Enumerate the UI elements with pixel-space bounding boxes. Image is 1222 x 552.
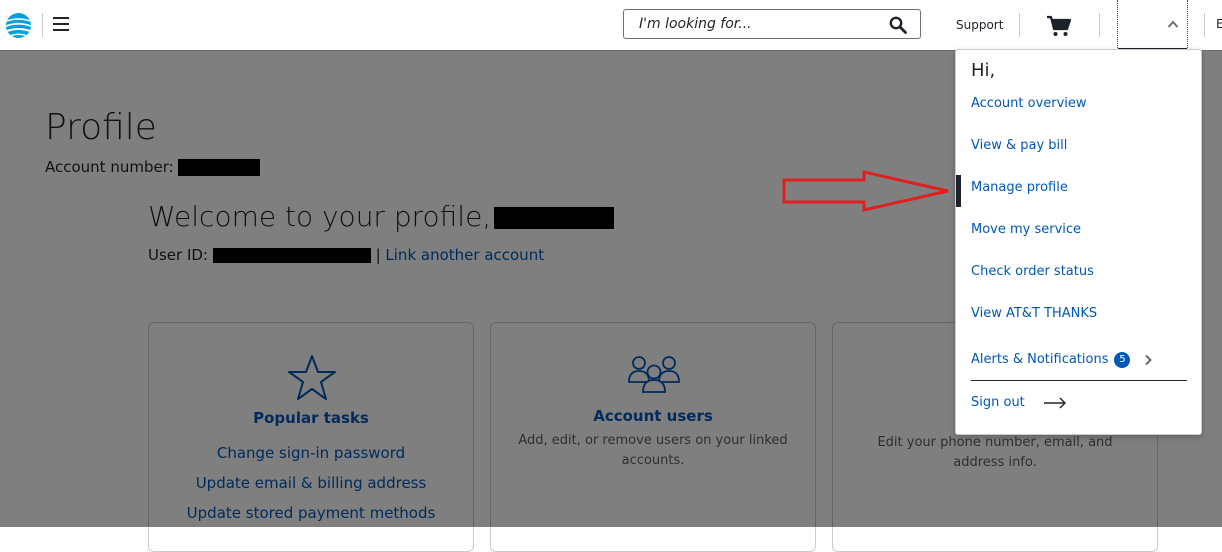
greeting: Hi, (971, 60, 996, 81)
menu-item-check-order-status[interactable]: Check order status (971, 264, 1094, 279)
menu-divider (971, 380, 1187, 381)
annotation-arrow-icon (782, 170, 949, 212)
hamburger-icon[interactable] (53, 17, 69, 31)
sign-out-label: Sign out (971, 395, 1025, 410)
header-divider (1204, 13, 1205, 37)
arrow-right-icon (1043, 397, 1066, 408)
cart-icon[interactable] (1046, 15, 1072, 37)
header-divider (42, 13, 43, 37)
header-divider (1019, 13, 1020, 37)
sign-out-link[interactable]: Sign out (971, 395, 1067, 410)
profile-menu-toggle[interactable] (1117, 0, 1188, 50)
att-globe-icon[interactable] (5, 12, 32, 39)
menu-item-move-service[interactable]: Move my service (971, 222, 1081, 237)
chevron-right-icon (1144, 354, 1152, 365)
menu-item-att-thanks[interactable]: View AT&T THANKS (971, 306, 1097, 321)
search-input[interactable] (624, 10, 889, 38)
chevron-up-icon (1167, 20, 1179, 28)
menu-item-view-pay-bill[interactable]: View & pay bill (971, 138, 1067, 153)
profile-dropdown-menu: Hi, Account overview View & pay bill Man… (955, 49, 1202, 435)
support-link[interactable]: Support (956, 18, 1003, 32)
search-box[interactable] (623, 9, 921, 39)
top-nav-bar: Support E (0, 0, 1222, 51)
alerts-label: Alerts & Notifications (971, 352, 1109, 367)
header-divider (1099, 13, 1100, 37)
notification-count-badge: 5 (1114, 352, 1131, 368)
search-icon[interactable] (889, 16, 907, 34)
menu-item-account-overview[interactable]: Account overview (971, 96, 1087, 111)
menu-item-manage-profile[interactable]: Manage profile (971, 180, 1068, 195)
menu-item-alerts[interactable]: Alerts & Notifications 5 (971, 352, 1152, 368)
active-indicator (956, 175, 961, 207)
truncated-header-item[interactable]: E (1216, 17, 1222, 31)
